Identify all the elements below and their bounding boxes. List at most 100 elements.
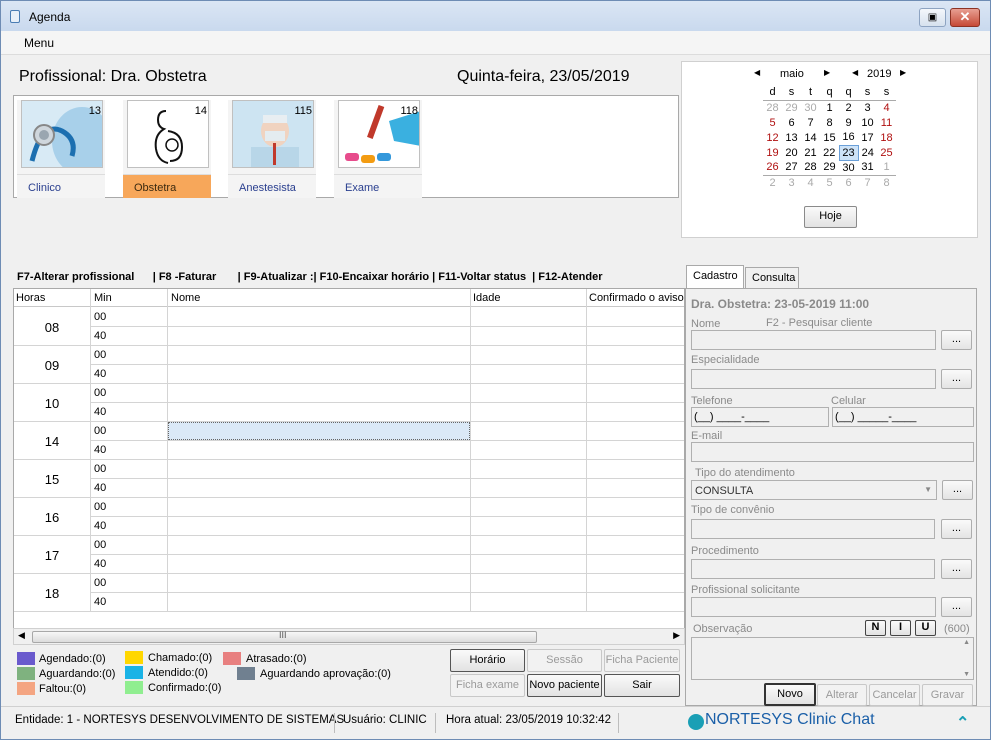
calendar-day[interactable]: 14 — [801, 130, 820, 145]
col-idade[interactable]: Idade — [473, 292, 501, 304]
col-nome[interactable]: Nome — [171, 292, 200, 304]
col-min[interactable]: Min — [94, 292, 112, 304]
calendar-day[interactable]: 2 — [763, 175, 782, 190]
next-year-icon[interactable]: ▶ — [900, 68, 906, 77]
profissional-solicitante-field[interactable] — [691, 597, 936, 617]
tipo-atendimento-select[interactable]: CONSULTA ▼ — [691, 480, 937, 500]
calendar-day[interactable]: 24 — [858, 145, 877, 160]
chat-icon[interactable] — [688, 714, 704, 730]
chat-link[interactable]: NORTESYS Clinic Chat — [705, 711, 875, 729]
calendar-day[interactable]: 6 — [782, 115, 801, 130]
underline-button[interactable]: U — [915, 620, 936, 636]
calendar-day[interactable]: 13 — [782, 130, 801, 145]
calendar-day[interactable]: 18 — [877, 130, 896, 145]
tipo-atendimento-lookup-button[interactable]: ... — [942, 480, 973, 500]
selected-cell[interactable] — [168, 422, 470, 440]
telefone-field[interactable]: (__) ____-____ — [691, 407, 829, 427]
calendar-year[interactable]: 2019 — [867, 68, 891, 80]
scroll-down-icon[interactable]: ▼ — [963, 671, 970, 678]
professional-tile-anestesista[interactable]: 115 Anestesista — [228, 100, 316, 198]
scroll-thumb[interactable]: III — [32, 630, 537, 643]
calendar-day[interactable]: 25 — [877, 145, 896, 160]
chevron-up-icon[interactable]: ⌃ — [956, 713, 969, 733]
especialidade-field[interactable] — [691, 369, 936, 389]
procedimento-lookup-button[interactable]: ... — [941, 559, 972, 579]
calendar-day[interactable]: 7 — [801, 115, 820, 130]
calendar-day[interactable]: 8 — [877, 175, 896, 190]
close-button[interactable]: ✕ — [950, 8, 980, 27]
scroll-up-icon[interactable]: ▲ — [963, 639, 970, 646]
professional-tile-exame[interactable]: 118 Exame — [334, 100, 422, 198]
horario-button[interactable]: Horário — [450, 649, 525, 672]
calendar-day[interactable]: 6 — [839, 175, 858, 190]
professional-tile-obstetra[interactable]: 14 Obstetra — [123, 100, 211, 198]
prev-year-icon[interactable]: ◀ — [852, 68, 858, 77]
calendar-day[interactable]: 22 — [820, 145, 839, 160]
calendar-day[interactable]: 29 — [820, 160, 839, 175]
calendar-day[interactable]: 29 — [782, 100, 801, 115]
nome-field[interactable] — [691, 330, 936, 350]
calendar-day[interactable]: 3 — [858, 100, 877, 115]
alterar-button[interactable]: Alterar — [817, 684, 867, 706]
calendar-day[interactable]: 4 — [877, 100, 896, 115]
calendar-day[interactable]: 1 — [820, 100, 839, 115]
calendar-day[interactable]: 7 — [858, 175, 877, 190]
ficha-paciente-button[interactable]: Ficha Paciente — [604, 649, 680, 672]
scroll-left-icon[interactable]: ◀ — [18, 630, 25, 641]
calendar-day[interactable]: 2 — [839, 100, 858, 115]
novo-paciente-button[interactable]: Novo paciente — [527, 674, 602, 697]
prev-month-icon[interactable]: ◀ — [754, 68, 760, 77]
calendar-day[interactable]: 27 — [782, 160, 801, 175]
calendar-day[interactable]: 5 — [763, 115, 782, 130]
menu-item[interactable]: Menu — [24, 36, 54, 50]
calendar-day[interactable]: 16 — [839, 130, 858, 145]
email-field[interactable] — [691, 442, 974, 462]
professional-tile-clinico[interactable]: 13 Clinico — [17, 100, 105, 198]
calendar-day[interactable]: 20 — [782, 145, 801, 160]
col-confirmado[interactable]: Confirmado o aviso? — [589, 292, 684, 304]
italic-button[interactable]: I — [890, 620, 911, 636]
cancelar-button[interactable]: Cancelar — [869, 684, 920, 706]
calendar-day[interactable]: 8 — [820, 115, 839, 130]
tab-cadastro[interactable]: Cadastro — [686, 265, 744, 289]
ficha-exame-button[interactable]: Ficha exame — [450, 674, 525, 697]
today-button[interactable]: Hoje — [804, 206, 857, 228]
calendar-day[interactable]: 26 — [763, 160, 782, 175]
calendar-day[interactable]: 3 — [782, 175, 801, 190]
tipo-convenio-field[interactable] — [691, 519, 935, 539]
observacao-textarea[interactable]: ▲ ▼ — [691, 637, 974, 680]
calendar-day[interactable]: 9 — [839, 115, 858, 130]
profissional-solicitante-lookup-button[interactable]: ... — [941, 597, 972, 617]
calendar-day[interactable]: 15 — [820, 130, 839, 145]
sair-button[interactable]: Sair — [604, 674, 680, 697]
horizontal-scrollbar[interactable]: ◀ III ▶ — [13, 628, 685, 645]
especialidade-lookup-button[interactable]: ... — [941, 369, 972, 389]
calendar-day[interactable]: 28 — [763, 100, 782, 115]
col-horas[interactable]: Horas — [16, 292, 45, 304]
calendar-day[interactable]: 10 — [858, 115, 877, 130]
calendar-day[interactable]: 17 — [858, 130, 877, 145]
tab-consulta[interactable]: Consulta — [745, 267, 799, 289]
sessao-button[interactable]: Sessão — [527, 649, 602, 672]
calendar-day[interactable]: 4 — [801, 175, 820, 190]
celular-field[interactable]: (__) _____-____ — [832, 407, 974, 427]
calendar-day[interactable]: 11 — [877, 115, 896, 130]
calendar-day[interactable]: 21 — [801, 145, 820, 160]
nome-lookup-button[interactable]: ... — [941, 330, 972, 350]
procedimento-field[interactable] — [691, 559, 935, 579]
calendar-month[interactable]: maio — [780, 68, 804, 80]
tipo-convenio-lookup-button[interactable]: ... — [941, 519, 972, 539]
next-month-icon[interactable]: ▶ — [824, 68, 830, 77]
restore-button[interactable]: ▣ — [919, 8, 946, 27]
gravar-button[interactable]: Gravar — [922, 684, 973, 706]
calendar-day[interactable]: 12 — [763, 130, 782, 145]
calendar-day[interactable]: 30 — [839, 160, 858, 175]
calendar-day[interactable]: 19 — [763, 145, 782, 160]
calendar-day[interactable]: 1 — [877, 160, 896, 175]
calendar-day[interactable]: 5 — [820, 175, 839, 190]
novo-button[interactable]: Novo — [764, 683, 816, 706]
calendar-day[interactable]: 30 — [801, 100, 820, 115]
scroll-right-icon[interactable]: ▶ — [673, 630, 680, 641]
calendar-day[interactable]: 28 — [801, 160, 820, 175]
bold-button[interactable]: N — [865, 620, 886, 636]
